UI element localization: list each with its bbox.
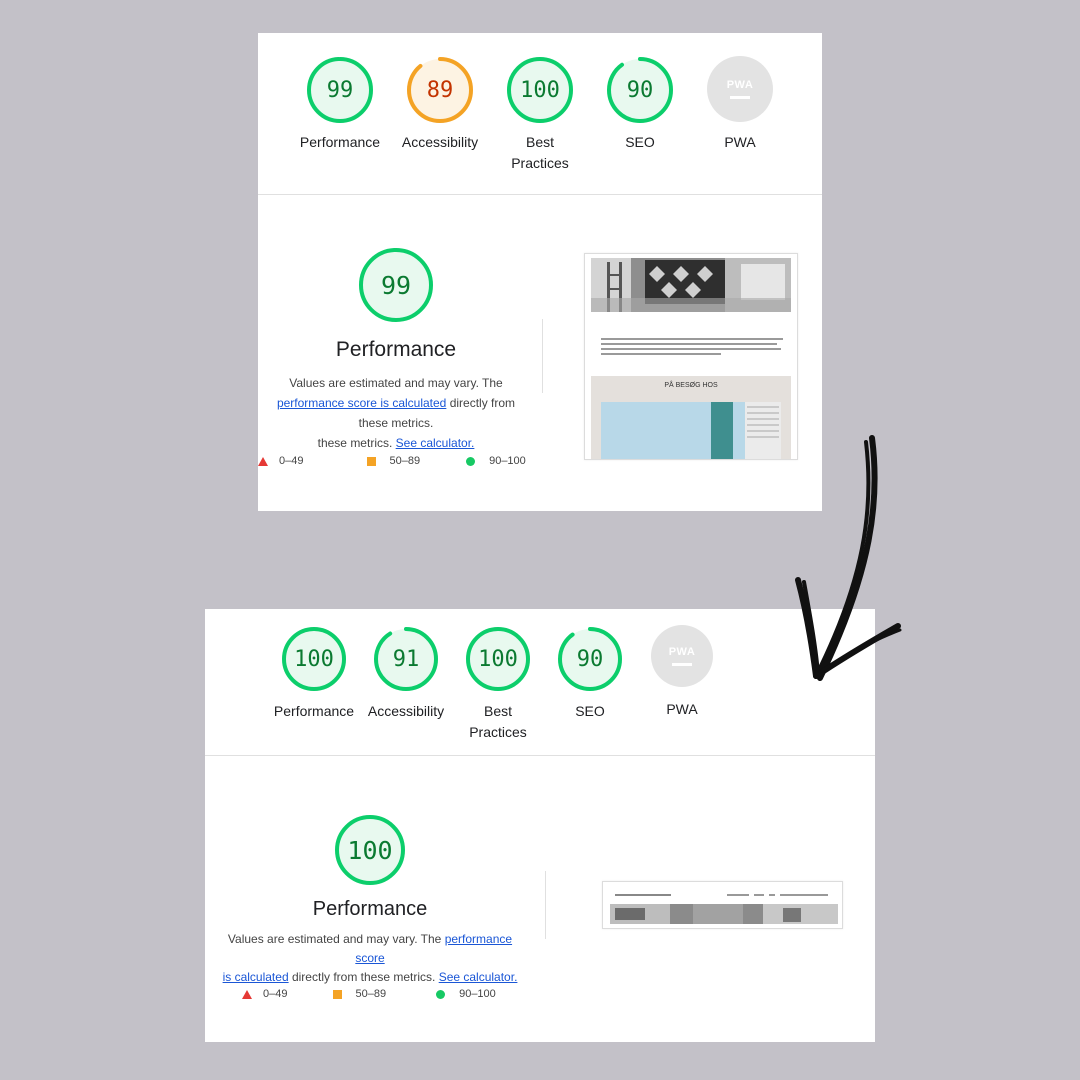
score-value: 90 [576,646,604,672]
performance-score-link[interactable]: performance score is calculated [277,396,446,410]
gauge-pwa[interactable]: PWA PWA [643,625,721,743]
score-legend: 0–49 50–89 90–100 [258,455,526,467]
see-calculator-link[interactable]: See calculator. [396,436,475,450]
pwa-badge-icon: PWA [707,56,773,122]
performance-score-ring: 99 [358,247,434,323]
square-icon [333,989,343,999]
legend-label: 90–100 [459,988,496,1000]
column-divider [545,871,546,939]
score-gauges-after: 100 Performance 91 Accessibility 100 Bes… [121,625,875,743]
score-ring: 89 [406,56,474,124]
performance-title: Performance [312,898,428,920]
gauge-label: Accessibility [367,703,445,719]
gauge-performance[interactable]: 100 Performance [274,625,354,743]
gauge-label: Accessibility [401,134,479,150]
pwa-badge-text: PWA [726,79,754,91]
score-value: 100 [294,646,334,672]
gauge-label: PWA [724,134,756,150]
gauge-label: SEO [625,134,655,150]
dash-icon [730,96,750,99]
score-ring: 90 [556,625,624,693]
square-icon [367,456,377,466]
score-legend: 0–49 50–89 90–100 [242,988,496,1000]
page-screenshot[interactable] [602,881,843,929]
gauge-performance[interactable]: 99 Performance [300,56,380,174]
column-divider [542,319,543,393]
screenshot-banner: PÅ BESØG HOS [664,382,718,389]
legend-pass: 90–100 [466,455,526,467]
score-ring: 91 [372,625,440,693]
score-value: 100 [520,77,560,103]
circle-icon [466,456,476,466]
desc-text: these metrics. [317,436,396,450]
legend-label: 50–89 [389,455,421,467]
score-ring: 100 [506,56,574,124]
circle-icon [436,989,446,999]
gauge-accessibility[interactable]: 91 Accessibility [367,625,445,743]
performance-score-value: 99 [380,270,412,300]
desc-text: directly from these metrics. [291,970,436,984]
gauge-label: Best Practices [511,134,569,171]
gauge-best-practices[interactable]: 100 Best Practices [459,625,537,743]
gauge-seo[interactable]: 90 SEO [601,56,679,174]
score-value: 91 [392,646,420,672]
section-divider [205,755,875,756]
score-ring: 99 [306,56,374,124]
triangle-icon [258,456,268,466]
score-value: 99 [326,77,354,103]
section-divider [258,194,822,195]
desc-text: Values are estimated and may vary. The [289,376,503,390]
score-ring: 100 [464,625,532,693]
legend-average: 50–89 [367,455,420,467]
gauge-seo[interactable]: 90 SEO [551,625,629,743]
legend-pass: 90–100 [436,988,496,1000]
lighthouse-report-before: 99 Performance 89 Accessibility 100 Best… [258,33,822,511]
legend-label: 50–89 [355,988,387,1000]
performance-description: Values are estimated and may vary. The p… [213,930,527,987]
pwa-badge-icon: PWA [651,625,713,687]
pwa-badge-text: PWA [668,646,696,658]
legend-label: 90–100 [489,455,526,467]
gauge-pwa[interactable]: PWA PWA [701,56,779,174]
performance-description: Values are estimated and may vary. The p… [264,373,528,453]
triangle-icon [242,989,252,999]
legend-average: 50–89 [333,988,386,1000]
gauge-label: Best Practices [469,703,527,740]
see-calculator-link[interactable]: See calculator. [439,970,518,984]
score-value: 90 [626,77,654,103]
desc-text: Values are estimated and may vary. The [227,932,442,946]
score-gauges-before: 99 Performance 89 Accessibility 100 Best… [258,56,822,174]
score-ring: 100 [280,625,348,693]
page-screenshot[interactable]: PÅ BESØG HOS [584,253,798,460]
website-preview-image [610,894,838,924]
score-value: 100 [478,646,518,672]
gauge-label: Performance [299,134,381,150]
performance-score-ring: 100 [334,814,406,886]
legend-label: 0–49 [263,988,288,1000]
legend-fail: 0–49 [258,455,303,467]
performance-score-value: 100 [347,835,393,865]
gauge-label: PWA [666,701,698,717]
hand-drawn-arrow-icon [795,435,902,681]
score-value: 89 [426,77,454,103]
legend-label: 0–49 [279,455,304,467]
performance-score-link[interactable]: is calculated [223,970,289,984]
legend-fail: 0–49 [242,988,287,1000]
gauge-accessibility[interactable]: 89 Accessibility [401,56,479,174]
website-preview-image [591,258,791,459]
score-ring: 90 [606,56,674,124]
gauge-best-practices[interactable]: 100 Best Practices [501,56,579,174]
dash-icon [672,663,692,666]
performance-title: Performance [335,338,457,361]
